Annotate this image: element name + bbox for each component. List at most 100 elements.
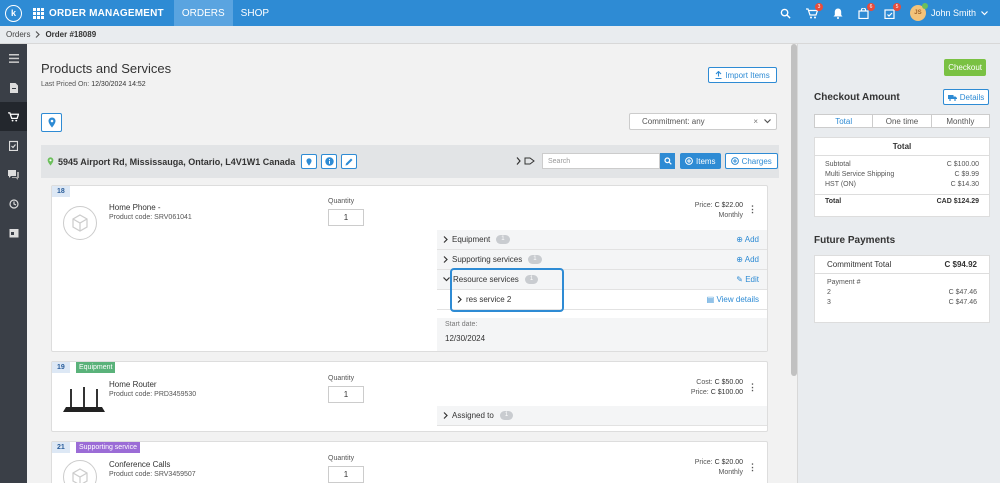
edit-resource-link[interactable]: ✎ Edit <box>736 275 759 284</box>
quantity-label: Quantity <box>328 375 355 382</box>
breadcrumb-current: Order #18089 <box>45 30 97 39</box>
search-input[interactable]: Search <box>542 153 660 169</box>
checkout-amount-title: Checkout Amount <box>814 92 900 103</box>
more-options-icon[interactable]: ⋮ <box>748 462 757 473</box>
map-pin-icon <box>306 157 312 166</box>
address-edit-button[interactable] <box>341 154 358 169</box>
page-title: Products and Services <box>41 61 172 76</box>
cart-badge: 3 <box>814 3 823 11</box>
import-items-button[interactable]: Import Items <box>708 67 777 83</box>
subtotal-row: Subtotal C $100.00 <box>825 161 979 168</box>
app-logo[interactable]: k <box>0 0 27 26</box>
tab-orders[interactable]: ORDERS <box>173 0 233 26</box>
sidebar-item-calendar[interactable] <box>0 218 27 247</box>
start-date-label: Start date: <box>445 321 478 328</box>
calendar-check-icon[interactable]: 5 <box>884 3 901 19</box>
breadcrumb: Orders Order #18089 <box>0 26 1000 44</box>
app-title[interactable]: ORDER MANAGEMENT <box>27 7 174 19</box>
more-options-icon[interactable]: ⋮ <box>748 204 757 215</box>
price-value: C $22.00 <box>714 202 743 209</box>
menu-icon <box>8 54 19 63</box>
quantity-input[interactable]: 1 <box>328 466 364 483</box>
future-payments-box: Commitment Total C $94.92 Payment # 2C $4… <box>814 255 990 323</box>
service-address: 5945 Airport Rd, Mississauga, Ontario, L… <box>58 156 296 167</box>
sidebar <box>0 44 27 483</box>
supporting-services-row[interactable]: Supporting services 1 ⊕ Add <box>437 250 767 270</box>
product-name[interactable]: Home Phone - <box>109 203 161 212</box>
checkout-panel: Checkout Checkout Amount Details Total O… <box>797 44 1000 483</box>
app-title-label: ORDER MANAGEMENT <box>49 7 164 19</box>
assigned-to-row[interactable]: Assigned to 1 <box>437 406 767 426</box>
totals-box: Total Subtotal C $100.00 Multi Service Sh… <box>814 137 990 217</box>
add-supporting-link[interactable]: ⊕ Add <box>736 255 759 264</box>
chat-icon <box>8 169 19 180</box>
equipment-row[interactable]: Equipment 1 ⊕ Add <box>437 230 767 250</box>
search-button[interactable] <box>660 153 675 169</box>
price-period: Monthly <box>718 469 743 476</box>
cart-icon[interactable]: 3 <box>805 3 823 19</box>
chevron-down-icon <box>981 10 988 15</box>
bag-icon[interactable]: 6 <box>858 3 875 19</box>
item-number: 19 <box>52 362 70 373</box>
sidebar-item-tasks[interactable] <box>0 131 27 160</box>
tax-row: HST (ON) C $14.30 <box>825 181 979 188</box>
main-content: Products and Services Last Priced On: 12… <box>27 44 797 483</box>
info-icon <box>325 157 334 166</box>
quantity-input[interactable]: 1 <box>328 209 364 226</box>
checkout-button[interactable]: Checkout <box>944 59 986 76</box>
upload-icon <box>715 71 722 79</box>
sidebar-item-menu[interactable] <box>0 44 27 73</box>
commitment-select[interactable]: Commitment: any × <box>629 113 777 130</box>
sidebar-item-cart[interactable] <box>0 102 27 131</box>
tab-one-time[interactable]: One time <box>873 115 932 127</box>
router-image <box>63 387 105 412</box>
chevron-right-icon <box>443 412 448 419</box>
apps-grid-icon <box>33 7 44 19</box>
commitment-total-row: Commitment Total C $94.92 <box>815 256 989 274</box>
map-pin-icon <box>48 117 55 128</box>
more-options-icon[interactable]: ⋮ <box>748 382 757 393</box>
item-number: 18 <box>52 186 70 197</box>
totals-heading: Total <box>815 138 989 156</box>
chevron-right-icon <box>443 256 448 263</box>
plus-circle-icon <box>730 157 739 165</box>
user-name: John Smith <box>930 8 976 18</box>
tab-shop[interactable]: SHOP <box>233 0 277 26</box>
map-pin-icon <box>47 157 54 166</box>
payment-row: 2C $47.46 <box>827 289 977 296</box>
add-items-button[interactable]: Items <box>680 153 721 169</box>
amount-tabs: Total One time Monthly <box>814 114 990 128</box>
search-icon <box>663 157 672 165</box>
product-card-home-phone: 18 Home Phone - Product code: SRV061041 … <box>51 185 768 352</box>
chevron-right-icon <box>36 31 41 38</box>
view-details-link[interactable]: ▤ View details <box>707 295 759 304</box>
details-button[interactable]: Details <box>943 89 989 105</box>
quantity-input[interactable]: 1 <box>328 386 364 403</box>
location-button[interactable] <box>41 113 62 132</box>
expand-tags-icon[interactable] <box>516 156 536 166</box>
sidebar-item-messages[interactable] <box>0 160 27 189</box>
sidebar-item-history[interactable] <box>0 189 27 218</box>
price-line: Price: C $22.00 <box>694 202 743 209</box>
price-line: Price: C $20.00 <box>694 459 743 466</box>
tab-total[interactable]: Total <box>815 115 874 127</box>
equipment-tag: Equipment <box>76 362 116 373</box>
user-menu[interactable]: JS John Smith <box>909 3 988 21</box>
search-icon[interactable] <box>780 7 792 19</box>
sidebar-item-invoices[interactable] <box>0 73 27 102</box>
tab-monthly[interactable]: Monthly <box>932 115 989 127</box>
address-location-button[interactable] <box>301 154 318 169</box>
product-code: Product code: PRD3459530 <box>109 391 197 398</box>
breadcrumb-orders[interactable]: Orders <box>6 30 30 39</box>
product-code: Product code: SRV3459507 <box>109 471 196 478</box>
chevron-down-icon <box>764 119 771 124</box>
add-charges-button[interactable]: Charges <box>724 153 778 169</box>
add-equipment-link[interactable]: ⊕ Add <box>736 235 759 244</box>
product-name[interactable]: Home Router <box>109 380 157 389</box>
product-name[interactable]: Conference Calls <box>109 460 170 469</box>
bell-icon[interactable] <box>832 7 844 19</box>
clock-icon <box>8 198 19 209</box>
address-info-button[interactable] <box>321 154 338 169</box>
clear-icon[interactable]: × <box>753 117 758 126</box>
quantity-label: Quantity <box>328 198 355 205</box>
